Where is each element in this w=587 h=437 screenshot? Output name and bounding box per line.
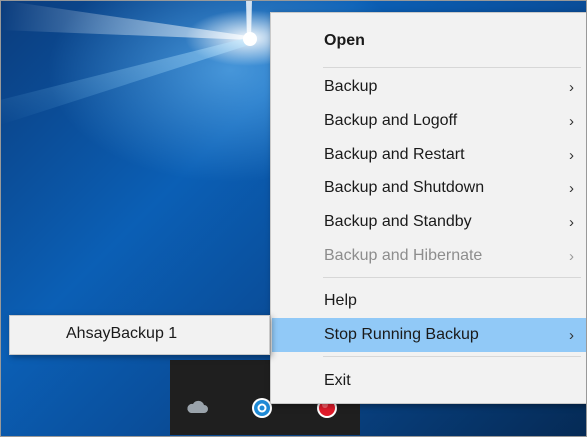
chevron-right-icon: ›: [569, 146, 574, 164]
menu-item-open[interactable]: Open: [272, 24, 587, 58]
chevron-right-icon: ›: [569, 179, 574, 197]
stop-running-backup-submenu: AhsayBackup 1: [9, 315, 270, 355]
menu-item-label: Backup and Hibernate: [324, 247, 483, 264]
chevron-right-icon: ›: [569, 247, 574, 265]
chevron-right-icon: ›: [569, 112, 574, 130]
chevron-right-icon: ›: [569, 213, 574, 231]
onedrive-cloud-icon[interactable]: [186, 396, 208, 418]
menu-item-label: Help: [324, 292, 357, 309]
tray-context-menu: Open Backup › Backup and Logoff › Backup…: [270, 12, 587, 404]
chevron-right-icon: ›: [569, 326, 574, 344]
menu-item-label: Stop Running Backup: [324, 326, 479, 343]
menu-item-label: Backup and Shutdown: [324, 179, 485, 196]
menu-item-label: Exit: [324, 372, 351, 389]
menu-item-backup-and-standby[interactable]: Backup and Standby ›: [272, 205, 587, 239]
menu-item-stop-running-backup[interactable]: Stop Running Backup ›: [272, 318, 587, 352]
menu-item-label: Open: [324, 32, 365, 49]
chevron-right-icon: ›: [569, 78, 574, 96]
menu-item-label: Backup and Restart: [324, 146, 465, 163]
menu-item-backup-and-hibernate[interactable]: Backup and Hibernate ›: [272, 239, 587, 273]
menu-item-help[interactable]: Help: [272, 284, 587, 318]
menu-separator: [323, 67, 581, 68]
menu-item-label: Backup and Logoff: [324, 112, 458, 129]
menu-item-exit[interactable]: Exit: [272, 364, 587, 398]
menu-item-label: Backup: [324, 78, 378, 95]
menu-item-backup-and-logoff[interactable]: Backup and Logoff ›: [272, 104, 587, 138]
menu-item-label: Backup and Standby: [324, 213, 472, 230]
menu-separator: [323, 277, 581, 278]
menu-separator: [323, 356, 581, 357]
menu-item-backup-and-shutdown[interactable]: Backup and Shutdown ›: [272, 171, 587, 205]
menu-item-backup[interactable]: Backup ›: [272, 70, 587, 104]
submenu-item-ahsaybackup-1[interactable]: AhsayBackup 1: [66, 325, 177, 343]
menu-item-backup-and-restart[interactable]: Backup and Restart ›: [272, 138, 587, 172]
